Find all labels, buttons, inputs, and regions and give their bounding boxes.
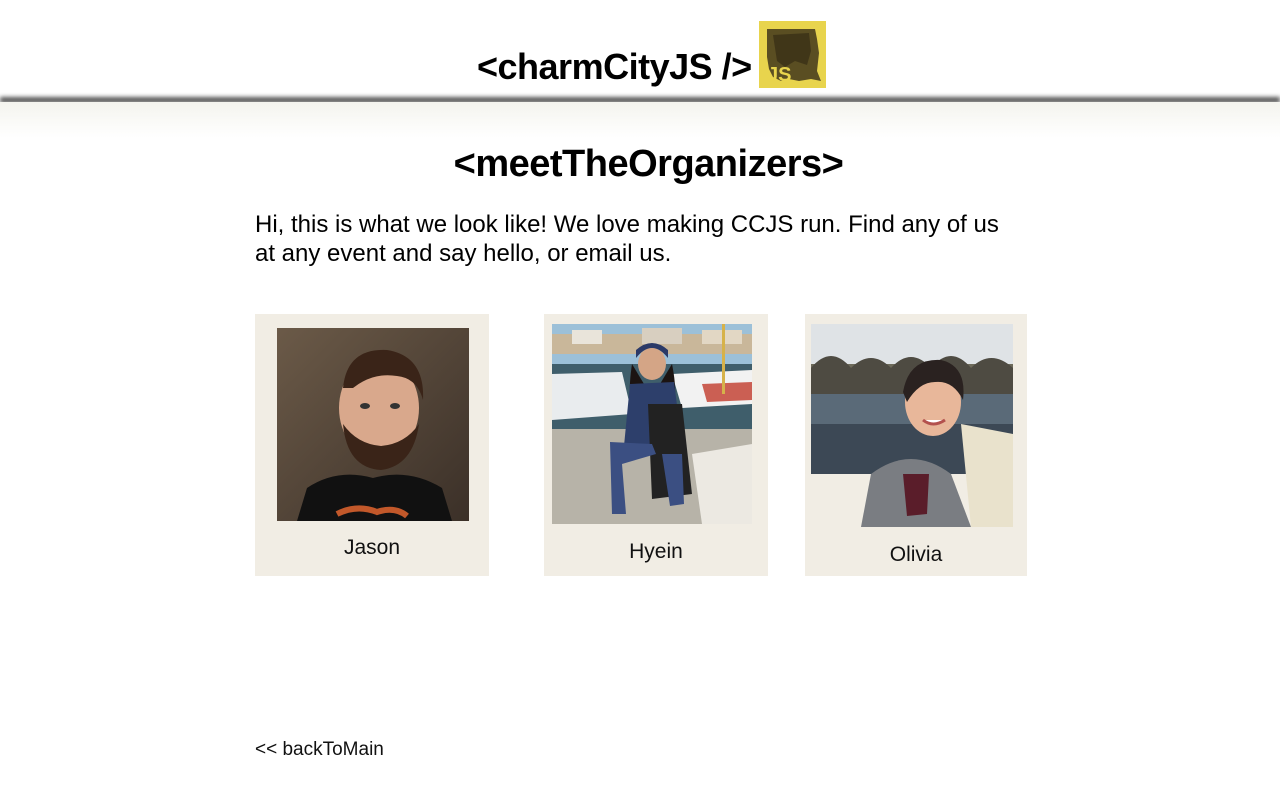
jason-photo [277,328,469,521]
intro-text: Hi, this is what we look like! We love m… [255,211,999,267]
organizer-name: Hyein [629,540,683,563]
back-to-main-link[interactable]: << backToMain [255,738,384,762]
js-maryland-logo-icon[interactable]: JS [759,21,826,88]
organizer-name: Olivia [889,543,943,566]
organizer-name: Jason [343,536,401,559]
page-title: <meetTheOrganizers> [453,143,844,185]
organizer-card-hyein: Hyein [544,314,768,576]
hyein-photo [552,324,752,524]
organizer-card-jason: Jason [255,314,489,576]
organizer-card-olivia: Olivia [805,314,1027,576]
header-subband [0,102,1280,138]
logo-text: JS [767,64,791,86]
olivia-photo [811,324,1013,527]
site-header: <charmCityJS /> JS [0,0,1280,100]
site-title[interactable]: <charmCityJS /> [477,45,752,89]
